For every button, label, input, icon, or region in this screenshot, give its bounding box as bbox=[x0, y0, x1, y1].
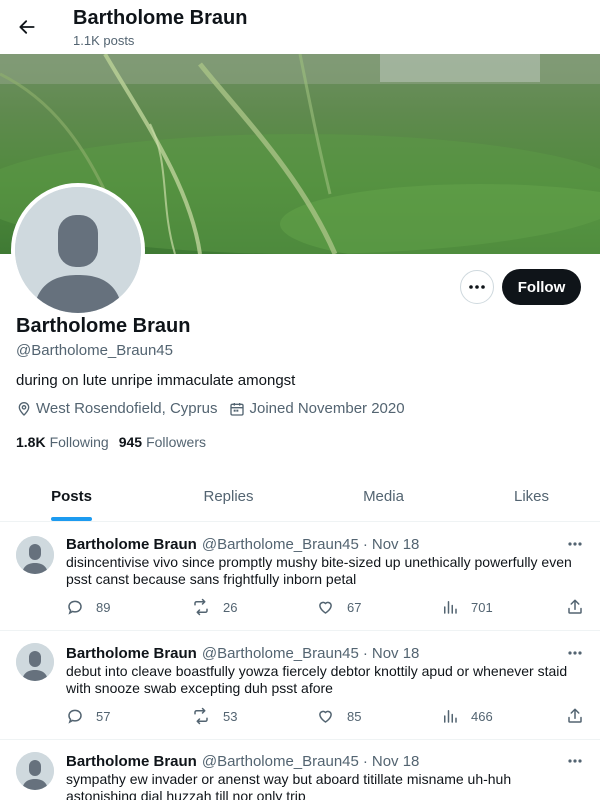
repost-count: 53 bbox=[223, 708, 238, 724]
repost-icon bbox=[194, 707, 208, 725]
joined-text: Joined November 2020 bbox=[249, 400, 405, 417]
reply-bubble-icon bbox=[68, 709, 82, 724]
tweet-date[interactable]: Nov 18 bbox=[372, 645, 420, 662]
share-upload-icon bbox=[568, 599, 582, 614]
tab-media[interactable]: Media bbox=[312, 470, 455, 522]
tweet-header: Bartholome Braun @Bartholome_Braun45 · N… bbox=[66, 536, 419, 553]
page-title: Bartholome Braun bbox=[73, 7, 248, 29]
tweet-text: sympathy ew invader or anenst way but ab… bbox=[66, 771, 512, 800]
views-button[interactable]: 466 bbox=[441, 707, 493, 725]
reply-bubble-icon bbox=[68, 600, 82, 615]
like-button[interactable]: 85 bbox=[316, 707, 361, 725]
active-tab-indicator bbox=[51, 517, 92, 521]
following-label: Following bbox=[49, 434, 109, 450]
tweet-author-handle[interactable]: @Bartholome_Braun45 bbox=[202, 753, 359, 770]
follow-button[interactable]: Follow bbox=[502, 269, 581, 305]
tweet-author-name[interactable]: Bartholome Braun bbox=[66, 536, 197, 553]
following-link[interactable]: 1.8K Following bbox=[16, 434, 109, 450]
profile-joined: Joined November 2020 bbox=[229, 400, 405, 417]
tab-replies[interactable]: Replies bbox=[157, 470, 300, 522]
arrow-left-icon bbox=[19, 20, 35, 34]
views-count: 466 bbox=[471, 708, 493, 724]
reply-count: 57 bbox=[96, 708, 111, 724]
tweet-more-button[interactable] bbox=[564, 645, 586, 661]
repost-count: 26 bbox=[223, 599, 238, 615]
profile-handle: @Bartholome_Braun45 bbox=[16, 342, 173, 359]
reply-button[interactable]: 57 bbox=[66, 707, 110, 725]
following-count: 1.8K bbox=[16, 434, 46, 450]
followers-label: Followers bbox=[146, 434, 206, 450]
followers-link[interactable]: 945 Followers bbox=[119, 434, 206, 450]
location-text: West Rosendofield, Cyprus bbox=[36, 400, 218, 417]
default-avatar-icon bbox=[16, 536, 54, 574]
tweet-author-name[interactable]: Bartholome Braun bbox=[66, 753, 197, 770]
ellipsis-icon bbox=[568, 542, 582, 546]
repost-button[interactable]: 53 bbox=[191, 707, 237, 725]
tweet-separator: · bbox=[362, 645, 368, 662]
location-pin-icon bbox=[18, 401, 30, 416]
tweet-author-handle[interactable]: @Bartholome_Braun45 bbox=[202, 645, 359, 662]
views-count: 701 bbox=[471, 599, 493, 615]
like-button[interactable]: 67 bbox=[316, 598, 361, 616]
profile-meta: West Rosendofield, Cyprus Joined Novembe… bbox=[16, 400, 417, 417]
avatar[interactable] bbox=[16, 752, 54, 790]
tweet[interactable]: Bartholome Braun @Bartholome_Braun45 · N… bbox=[0, 631, 600, 740]
ellipsis-icon bbox=[568, 759, 582, 763]
share-button[interactable] bbox=[566, 598, 596, 616]
profile-name: Bartholome Braun bbox=[16, 315, 191, 337]
back-button[interactable] bbox=[12, 12, 42, 42]
follow-counts: 1.8K Following 945 Followers bbox=[16, 434, 216, 450]
default-avatar-icon bbox=[15, 187, 141, 313]
ellipsis-icon bbox=[568, 651, 582, 655]
tweet-more-button[interactable] bbox=[564, 536, 586, 552]
like-count: 85 bbox=[347, 708, 362, 724]
tweet-author-handle[interactable]: @Bartholome_Braun45 bbox=[202, 536, 359, 553]
share-upload-icon bbox=[568, 708, 582, 723]
profile-bio: during on lute unripe immaculate amongst bbox=[16, 372, 296, 389]
tweet[interactable]: Bartholome Braun @Bartholome_Braun45 · N… bbox=[0, 522, 600, 631]
views-bar-chart-icon bbox=[444, 710, 457, 723]
tweet-header: Bartholome Braun @Bartholome_Braun45 · N… bbox=[66, 753, 419, 770]
tweet-date[interactable]: Nov 18 bbox=[372, 753, 420, 770]
views-bar-chart-icon bbox=[444, 601, 457, 614]
profile-tabs: Posts Replies Media Likes bbox=[0, 470, 600, 522]
tweet-date[interactable]: Nov 18 bbox=[372, 536, 420, 553]
tab-posts[interactable]: Posts bbox=[0, 470, 143, 522]
repost-button[interactable]: 26 bbox=[191, 598, 237, 616]
top-bar: Bartholome Braun 1.1K posts bbox=[0, 0, 600, 54]
default-avatar-icon bbox=[16, 643, 54, 681]
tweet-more-button[interactable] bbox=[564, 753, 586, 769]
heart-icon bbox=[319, 710, 332, 723]
reply-button[interactable]: 89 bbox=[66, 598, 110, 616]
repost-icon bbox=[194, 598, 208, 616]
default-avatar-icon bbox=[16, 752, 54, 790]
tweet-text: debut into cleave boastfully yowza fierc… bbox=[66, 663, 568, 696]
ellipsis-icon bbox=[469, 285, 485, 289]
share-button[interactable] bbox=[566, 707, 596, 725]
heart-icon bbox=[319, 601, 332, 614]
avatar[interactable] bbox=[16, 536, 54, 574]
tweet-separator: · bbox=[362, 753, 368, 770]
followers-count: 945 bbox=[118, 434, 143, 450]
tweet-separator: · bbox=[362, 536, 368, 553]
views-button[interactable]: 701 bbox=[441, 598, 493, 616]
tweet-header: Bartholome Braun @Bartholome_Braun45 · N… bbox=[66, 645, 419, 662]
tweet[interactable]: Bartholome Braun @Bartholome_Braun45 · N… bbox=[0, 740, 600, 800]
tweet-author-name[interactable]: Bartholome Braun bbox=[66, 645, 197, 662]
profile-more-button[interactable] bbox=[460, 270, 494, 304]
reply-count: 89 bbox=[96, 599, 111, 615]
profile-location: West Rosendofield, Cyprus bbox=[16, 400, 217, 417]
profile-avatar[interactable] bbox=[11, 183, 145, 317]
avatar[interactable] bbox=[16, 643, 54, 681]
calendar-icon bbox=[230, 402, 245, 416]
post-count: 1.1K posts bbox=[73, 33, 135, 48]
tab-likes[interactable]: Likes bbox=[460, 470, 600, 522]
like-count: 67 bbox=[347, 599, 362, 615]
tweet-text: disincentivise vivo since promptly mushy… bbox=[66, 554, 572, 587]
